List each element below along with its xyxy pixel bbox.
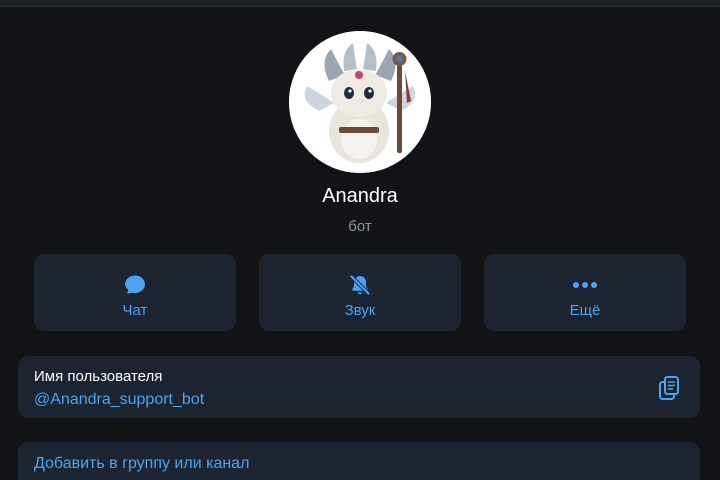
top-bar [0,0,720,7]
more-button[interactable]: Ещё [484,254,686,331]
sound-button-label: Звук [344,302,376,319]
username-value[interactable]: @Anandra_support_bot [34,391,204,409]
bot-profile-page: Anandra бот Чат Звук Ещё Имя пользовател… [0,0,720,480]
chat-button-label: Чат [122,302,148,319]
username-card: Имя пользователя @Anandra_support_bot [18,356,700,418]
avatar-creature-image [289,31,431,173]
profile-name: Anandra [322,185,398,207]
username-label: Имя пользователя [34,368,163,385]
sound-button[interactable]: Звук [259,254,461,331]
copy-icon[interactable] [656,374,682,402]
more-dots-icon [484,273,686,297]
more-button-label: Ещё [569,302,601,319]
profile-subtitle: бот [348,218,372,235]
chat-bubble-icon [34,273,236,297]
profile-avatar[interactable] [289,31,431,173]
bell-muted-icon [259,273,461,297]
add-to-group-label: Добавить в группу или канал [34,455,250,472]
add-to-group-button[interactable]: Добавить в группу или канал [18,442,700,480]
chat-button[interactable]: Чат [34,254,236,331]
